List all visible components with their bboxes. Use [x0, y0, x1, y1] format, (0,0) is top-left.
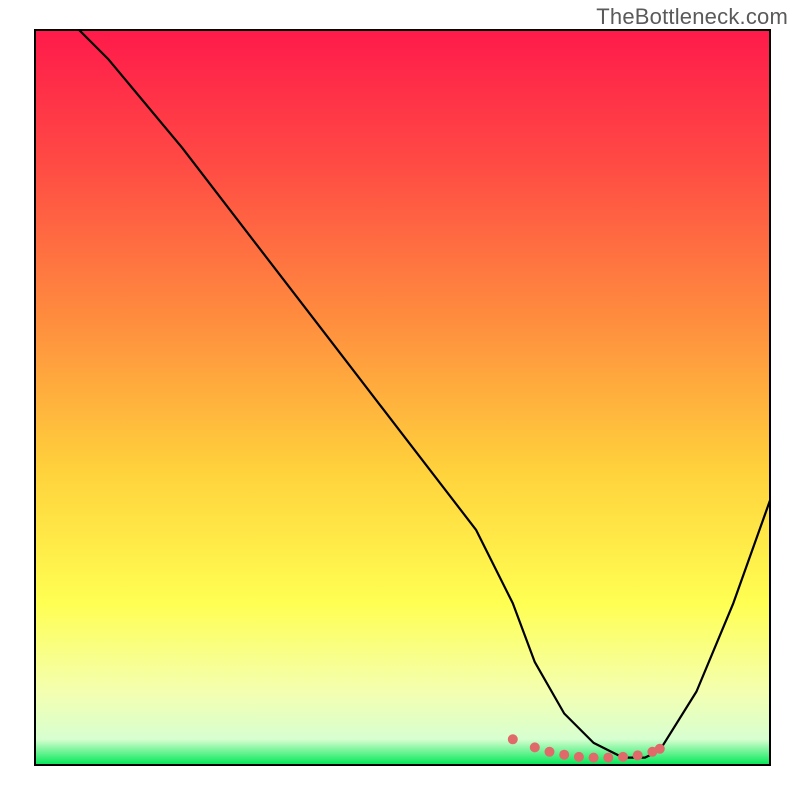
bottleneck-chart [0, 0, 800, 800]
valley-dot [559, 750, 569, 760]
valley-dot [655, 744, 665, 754]
valley-dot [603, 753, 613, 763]
valley-dot [589, 753, 599, 763]
valley-dot [618, 752, 628, 762]
chart-container: TheBottleneck.com [0, 0, 800, 800]
valley-dot [545, 747, 555, 757]
valley-dot [574, 752, 584, 762]
plot-background [35, 30, 770, 765]
valley-dot [508, 734, 518, 744]
valley-dot [633, 750, 643, 760]
valley-dot [530, 742, 540, 752]
